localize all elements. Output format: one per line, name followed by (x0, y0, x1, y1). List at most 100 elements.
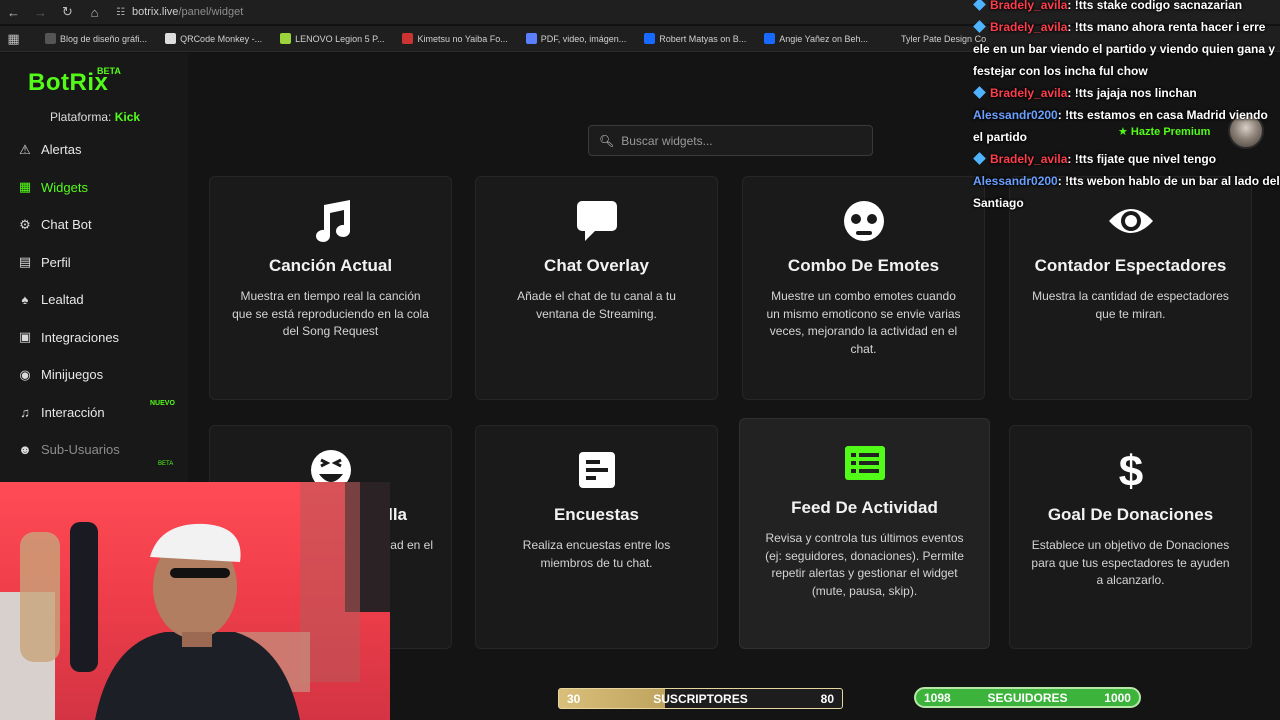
widget-title: Encuestas (553, 505, 640, 524)
apps-grid-icon[interactable]: ▦ (0, 31, 27, 47)
widgets-icon: ▦ (18, 179, 32, 195)
widget-description: Establece un objetivo de Donaciones para… (1031, 538, 1230, 587)
sidebar-item-integraciones[interactable]: ▣ Integraciones (0, 319, 188, 357)
sidebar-item-interacci-n[interactable]: ♫ Interacción NUEVO (0, 394, 188, 432)
widget-title: Combo De Emotes (787, 256, 940, 275)
list-icon (740, 441, 989, 485)
trophy-icon: ♠ (21, 292, 29, 308)
search-input[interactable] (621, 133, 852, 148)
address-bar[interactable]: ☷ botrix.live/panel/widget (116, 6, 243, 18)
forward-icon[interactable]: → (27, 5, 54, 20)
widget-title: Goal De Donaciones (1047, 505, 1214, 524)
bookmark-label: PDF, video, imágen... (540, 33, 627, 44)
sub-badge-icon (973, 0, 986, 11)
warning-icon: ⚠ (19, 141, 31, 157)
chat-username: Bradely_avila (990, 86, 1068, 100)
music-icon (210, 199, 451, 243)
follows-current: 1098 (924, 690, 951, 705)
emote-icon (743, 199, 984, 243)
sidebar-item-label: Widgets (41, 179, 88, 195)
widget-title: Feed De Actividad (791, 498, 938, 517)
widget-search[interactable]: 🔍︎ (588, 125, 873, 156)
chat-message: Alessandr0200: !tts webon hablo de un ba… (968, 170, 1280, 214)
bookmark-favicon-icon (886, 33, 898, 44)
widget-card[interactable]: Feed De Actividad Revisa y controla tus ú… (739, 418, 990, 649)
bookmark-item[interactable]: PDF, video, imágen... (525, 33, 627, 44)
follows-label: SEGUIDORES (987, 690, 1068, 705)
robot-icon: ⚙ (19, 216, 31, 232)
chat-username: Bradely_avila (990, 20, 1068, 34)
sidebar-item-label: Interacción (41, 404, 105, 420)
widget-card[interactable]: Canción Actual Muestra en tiempo real la … (209, 176, 452, 400)
id-card-icon: ▤ (18, 254, 32, 270)
bookmark-label: Blog de diseño gráfi... (60, 33, 148, 44)
bookmark-favicon-icon (764, 33, 776, 44)
bookmark-label: Robert Matyas on B... (659, 33, 747, 44)
reload-icon[interactable]: ↻ (54, 4, 81, 20)
sidebar-item-alertas[interactable]: ⚠ Alertas (0, 131, 188, 169)
webcam-scene (0, 482, 390, 720)
bookmark-label: LENOVO Legion 5 P... (295, 33, 385, 44)
sidebar-item-lealtad[interactable]: ♠ Lealtad (0, 281, 188, 319)
bookmark-item[interactable]: QRCode Monkey -... (165, 33, 262, 44)
home-icon[interactable]: ⌂ (81, 5, 108, 20)
bookmark-favicon-icon (165, 33, 177, 44)
bookmark-item[interactable]: Blog de diseño gráfi... (45, 33, 147, 44)
bookmark-label: Angie Yañez on Beh... (779, 33, 869, 44)
widget-description: Revisa y controla tus últimos eventos (e… (765, 531, 964, 598)
follows-goal-bar: 1098 SEGUIDORES 1000 (914, 687, 1141, 708)
stream-chat-overlay: Bradely_avila: !tts stake codigo sacnaza… (968, 0, 1280, 210)
platform-value: Kick (114, 110, 141, 124)
chat-message: Bradely_avila: !tts fijate que nivel ten… (968, 148, 1280, 170)
widget-description: Añade el chat de tu canal a tu ventana d… (517, 289, 676, 321)
integrations-icon: ▣ (18, 329, 32, 345)
bookmark-favicon-icon (280, 33, 292, 44)
chat-username: Bradely_avila (990, 152, 1068, 166)
widget-description: Muestre un combo emotes cuando un mismo … (766, 289, 961, 356)
bookmark-item[interactable]: LENOVO Legion 5 P... (280, 33, 384, 44)
sidebar-item-sub-usuarios[interactable]: ☻ Sub-Usuarios BETA (0, 431, 188, 469)
sidebar-item-perfil[interactable]: ▤ Perfil (0, 244, 188, 282)
back-icon[interactable]: ← (0, 5, 27, 20)
botrix-logo[interactable]: BotRix BETA (28, 66, 121, 97)
site-settings-icon[interactable]: ☷ (116, 7, 125, 18)
bookmark-item[interactable]: Kimetsu no Yaiba Fo... (402, 33, 508, 44)
bookmark-favicon-icon (644, 33, 656, 44)
bookmark-label: Kimetsu no Yaiba Fo... (417, 33, 508, 44)
sidebar-item-label: Perfil (41, 254, 71, 270)
widget-title: Contador Espectadores (1034, 256, 1227, 275)
widget-card[interactable]: Combo De Emotes Muestre un combo emotes c… (742, 176, 985, 400)
chat-message: Alessandr0200: !tts estamos en casa Madr… (968, 104, 1280, 148)
platform-indicator: Plataforma: Kick (50, 110, 140, 124)
chat-username: Alessandr0200 (973, 108, 1058, 122)
dollar-icon: $ (1010, 448, 1251, 492)
sidebar-item-chat-bot[interactable]: ⚙ Chat Bot (0, 206, 188, 244)
sidebar-item-minijuegos[interactable]: ◉ Minijuegos (0, 356, 188, 394)
widget-title: Canción Actual (268, 256, 393, 275)
sidebar-item-label: Alertas (41, 142, 82, 158)
bookmark-favicon-icon (45, 33, 56, 44)
widget-card[interactable]: Encuestas Realiza encuestas entre los mie… (475, 425, 718, 649)
chat-username: Bradely_avila (990, 0, 1068, 12)
music-note-icon: ♫ (20, 404, 30, 420)
sidebar-item-label: Integraciones (41, 329, 120, 345)
widget-card[interactable]: Chat Overlay Añade el chat de tu canal a … (475, 176, 718, 400)
bookmark-favicon-icon (402, 33, 414, 44)
widget-description: Realiza encuestas entre los miembros de … (522, 538, 671, 570)
sidebar-item-label: Sub-Usuarios (41, 442, 120, 458)
users-icon: ☻ (18, 442, 32, 458)
poll-icon (476, 448, 717, 492)
platform-label: Plataforma: (50, 110, 112, 124)
svg-text:$: $ (1118, 448, 1142, 492)
sidebar-item-widgets[interactable]: ▦ Widgets (0, 169, 188, 207)
subs-goal-bar: 30 SUSCRIPTORES 80 (558, 688, 843, 709)
chat-icon (476, 199, 717, 243)
widget-card[interactable]: $ Goal De Donaciones Establece un objetivo… (1009, 425, 1252, 649)
sub-badge-icon (973, 86, 986, 99)
search-icon: 🔍︎ (599, 133, 615, 148)
chat-message: Bradely_avila: !tts stake codigo sacnaza… (968, 0, 1280, 16)
sub-badge-icon (973, 152, 986, 165)
bookmark-item[interactable]: Robert Matyas on B... (644, 33, 746, 44)
chat-message: Bradely_avila: !tts jajaja nos linchan (968, 82, 1280, 104)
bookmark-item[interactable]: Angie Yañez on Beh... (764, 33, 868, 44)
